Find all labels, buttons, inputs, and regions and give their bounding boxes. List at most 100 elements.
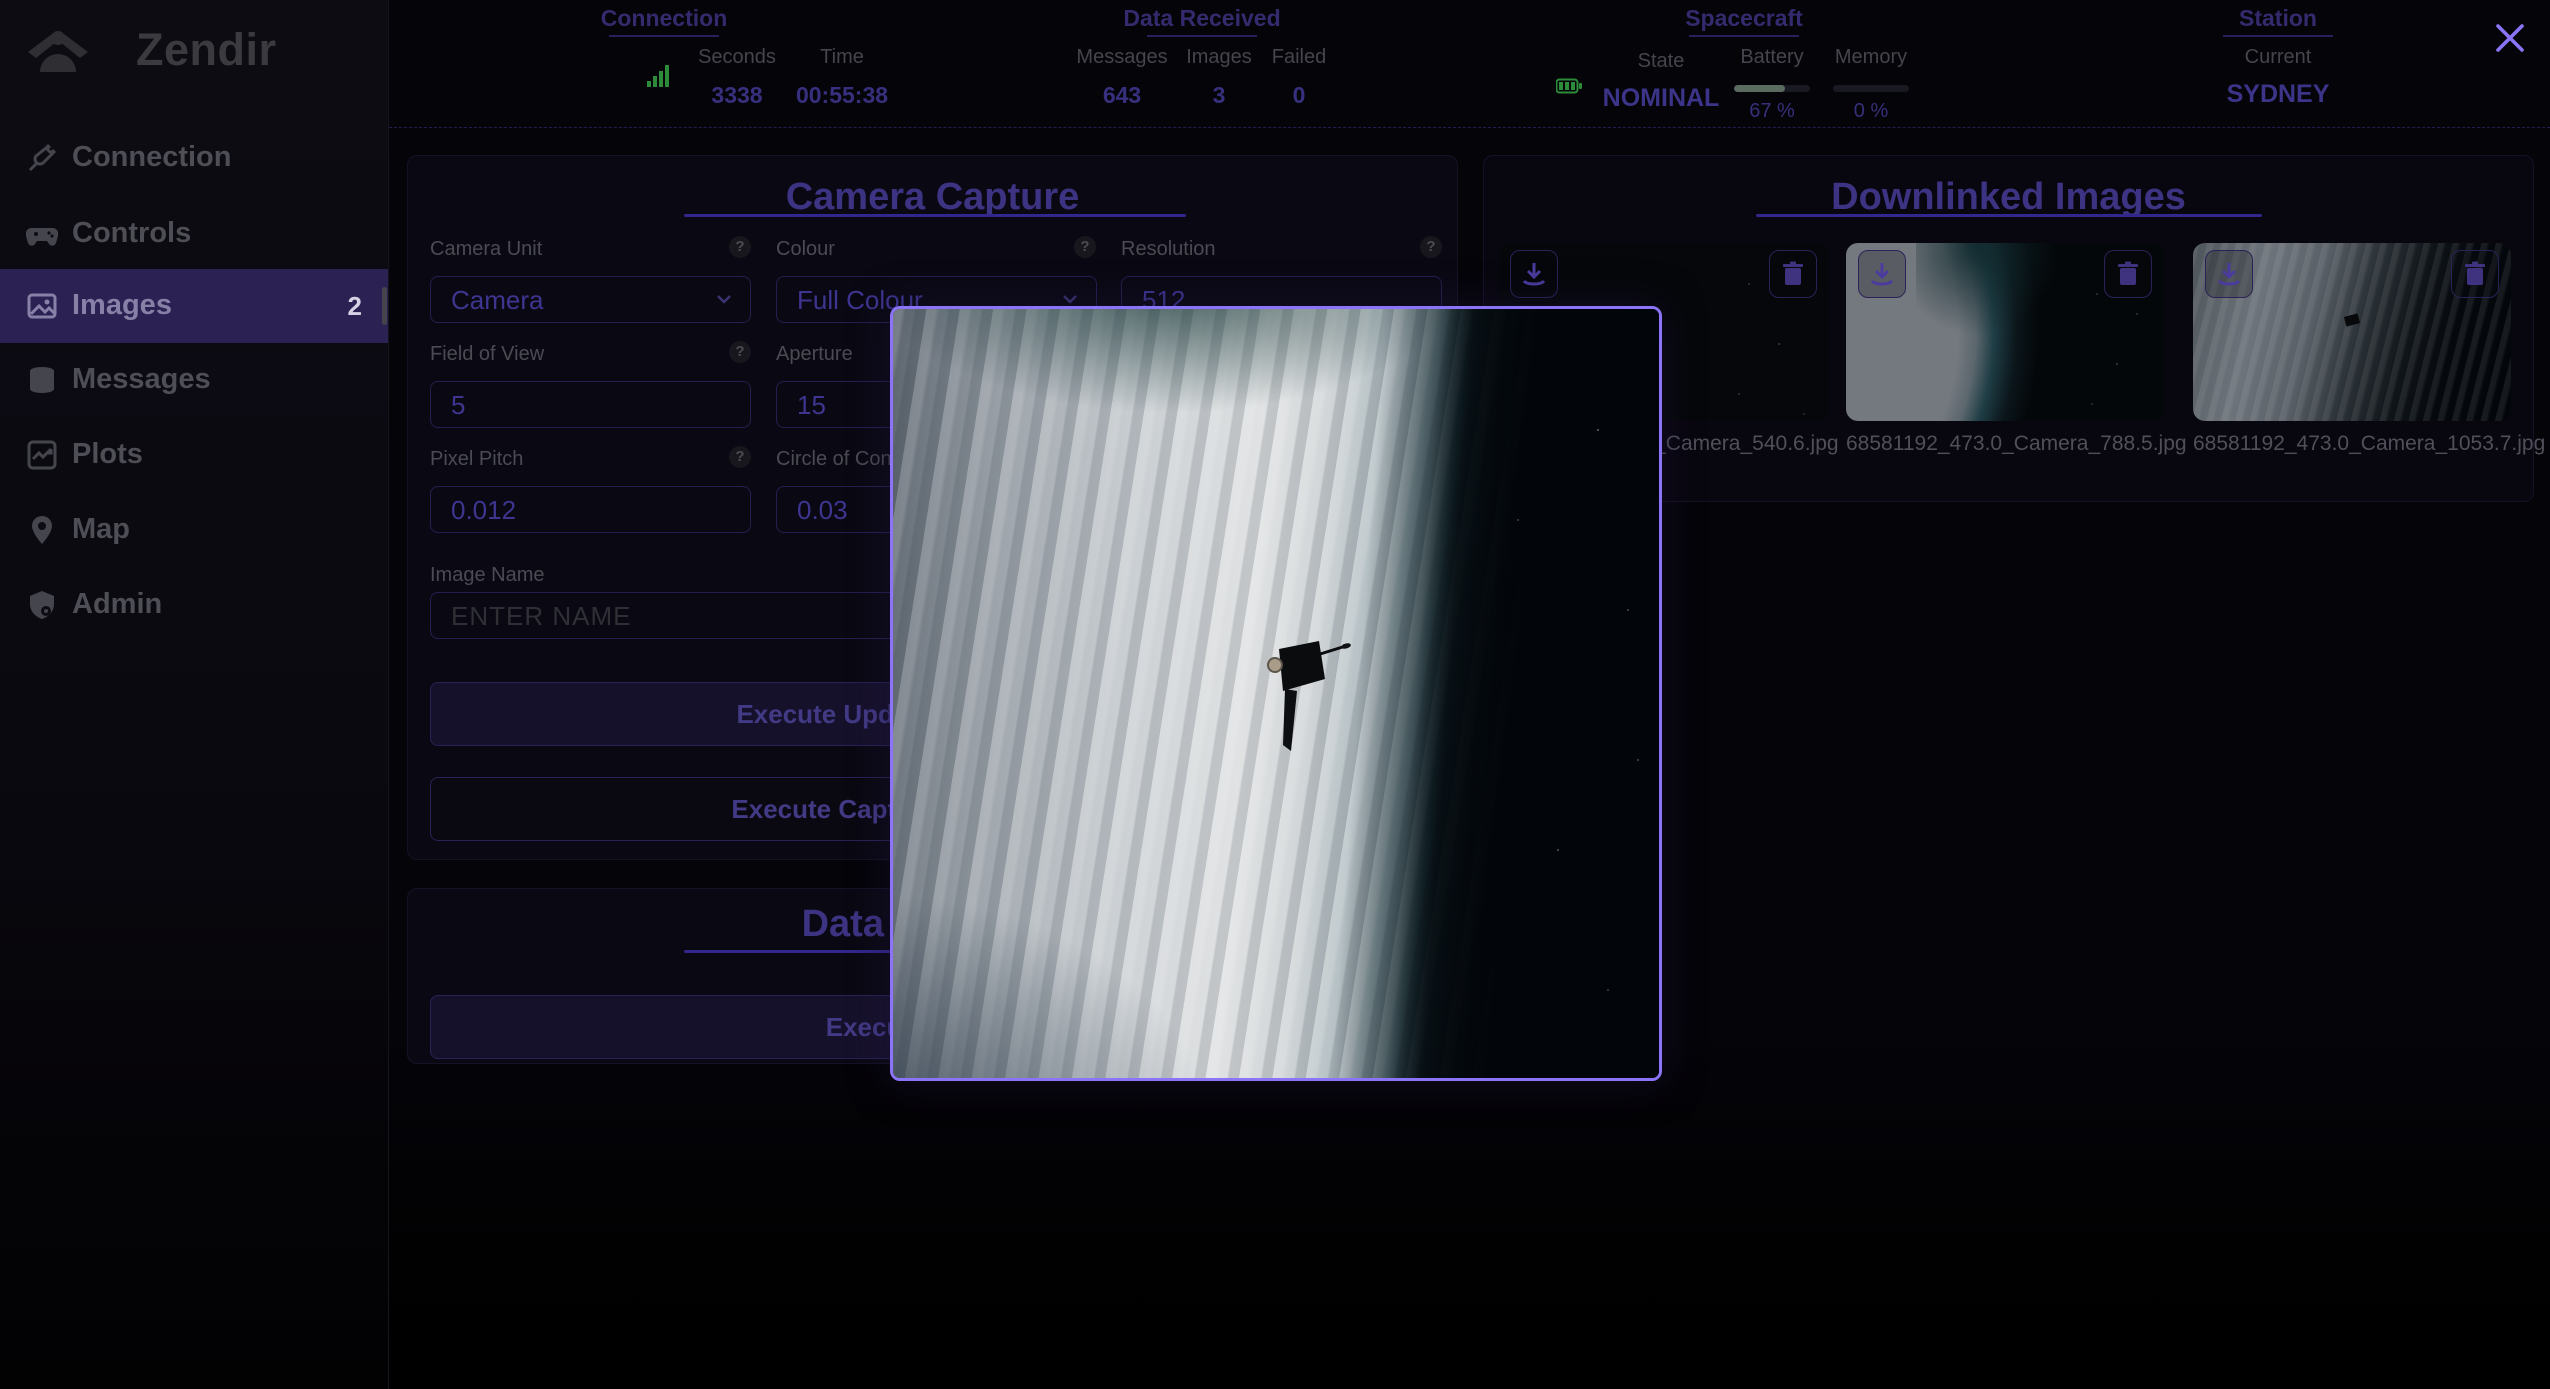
- section-underline: [1689, 35, 1799, 37]
- status-bar: Connection Seconds 3338 Time 00:55:38 Da…: [389, 0, 2550, 128]
- camera-unit-select[interactable]: Camera: [430, 276, 751, 323]
- gamepad-icon: [26, 218, 58, 250]
- download-icon: [2215, 260, 2243, 288]
- help-icon[interactable]: ?: [1074, 236, 1096, 258]
- image-name-placeholder: ENTER NAME: [451, 601, 631, 631]
- section-underline: [1147, 35, 1257, 37]
- close-icon: [2492, 20, 2528, 56]
- field-of-view-value: 5: [451, 390, 465, 420]
- sidebar-item-admin[interactable]: Admin: [0, 568, 388, 642]
- field-of-view-label: Field of View: [430, 343, 544, 366]
- delete-image-button[interactable]: [2104, 250, 2152, 298]
- download-image-button[interactable]: [2205, 250, 2253, 298]
- help-icon[interactable]: ?: [729, 446, 751, 468]
- help-icon[interactable]: ?: [1420, 236, 1442, 258]
- pixel-pitch-label: Pixel Pitch: [430, 448, 523, 471]
- station-value: SYDNEY: [2227, 80, 2330, 109]
- star-dots: [1748, 283, 1750, 285]
- section-underline: [2223, 35, 2333, 37]
- pixel-pitch-value: 0.012: [451, 495, 516, 525]
- app-root: Zendir Connection Controls Images 2: [0, 0, 2550, 1389]
- trash-icon: [2114, 260, 2142, 288]
- download-image-button[interactable]: [1510, 250, 1558, 298]
- sidebar-item-images[interactable]: Images 2: [0, 269, 388, 343]
- download-icon: [1868, 260, 1896, 288]
- pixel-pitch-input[interactable]: 0.012: [430, 486, 751, 533]
- sidebar-item-plots[interactable]: Plots: [0, 418, 388, 492]
- image-thumbnail[interactable]: [1846, 243, 2164, 421]
- delete-image-button[interactable]: [1769, 250, 1817, 298]
- battery-percent: 67 %: [1734, 100, 1810, 123]
- memory-meter: [1833, 85, 1909, 92]
- field-of-view-input[interactable]: 5: [430, 381, 751, 428]
- colour-label: Colour: [776, 238, 835, 261]
- trash-icon: [1779, 260, 1807, 288]
- status-data-received: Data Received Messages 643 Images 3 Fail…: [1032, 0, 1372, 127]
- close-modal-button[interactable]: [2492, 20, 2528, 56]
- brand-name: Zendir: [136, 24, 277, 76]
- image-filename: 68581192_473.0_Camera_788.5.jpg: [1846, 432, 2164, 456]
- sidebar-item-messages[interactable]: Messages: [0, 343, 388, 417]
- sidebar-item-label: Map: [72, 513, 130, 546]
- chart-icon: [26, 439, 58, 471]
- status-station: Station Current SYDNEY: [2178, 0, 2378, 127]
- satellite-silhouette: [1245, 639, 1355, 769]
- sidebar: Zendir Connection Controls Images 2: [0, 0, 389, 1389]
- plug-icon: [26, 142, 58, 174]
- section-title: Connection: [489, 5, 839, 32]
- status-spacecraft: Spacecraft State NOMINAL Battery 67 % Me…: [1519, 0, 1969, 127]
- battery-status-icon: [1556, 78, 1582, 94]
- circle-of-confusion-value: 0.03: [797, 495, 848, 525]
- image-thumbnail[interactable]: [2193, 243, 2511, 421]
- stat-seconds: Seconds 3338: [698, 46, 776, 109]
- stat-time: Time 00:55:38: [796, 46, 888, 109]
- stat-current-station: Current SYDNEY: [2227, 46, 2330, 109]
- panel-title: Camera Capture: [408, 176, 1457, 219]
- sidebar-item-label: Admin: [72, 588, 162, 621]
- sidebar-item-label: Controls: [72, 217, 191, 250]
- section-title: Station: [2178, 5, 2378, 32]
- delete-image-button[interactable]: [2451, 250, 2499, 298]
- image-name-label: Image Name: [430, 564, 545, 587]
- images-count-badge: 2: [348, 291, 362, 322]
- panel-title-underline: [1756, 214, 2262, 217]
- resolution-label: Resolution: [1121, 238, 1216, 261]
- sidebar-item-label: Connection: [72, 141, 232, 174]
- camera-unit-value: Camera: [451, 285, 543, 315]
- zendir-logo-icon: [26, 20, 90, 78]
- location-pin-icon: [26, 514, 58, 546]
- star-dots: [1597, 429, 1599, 431]
- sidebar-item-controls[interactable]: Controls: [0, 197, 388, 271]
- stat-memory: Memory 0 %: [1833, 46, 1909, 123]
- sidebar-item-map[interactable]: Map: [0, 493, 388, 567]
- trash-icon: [2461, 260, 2489, 288]
- sidebar-item-label: Messages: [72, 363, 211, 396]
- star-dots: [2096, 293, 2098, 295]
- brand-logo: Zendir: [26, 16, 366, 76]
- image-preview-modal: [890, 306, 1662, 1081]
- battery-meter-fill: [1734, 85, 1785, 92]
- download-image-button[interactable]: [1858, 250, 1906, 298]
- help-icon[interactable]: ?: [729, 236, 751, 258]
- chevron-down-icon: [716, 291, 732, 307]
- continent-shadow: [1916, 243, 2066, 343]
- shield-icon: [26, 589, 58, 621]
- memory-percent: 0 %: [1833, 100, 1909, 123]
- signal-strength-icon: [647, 62, 671, 88]
- sidebar-scrollbar-thumb[interactable]: [382, 287, 387, 325]
- image-icon: [26, 290, 58, 322]
- status-connection: Connection Seconds 3338 Time 00:55:38: [489, 0, 839, 127]
- section-title: Spacecraft: [1519, 5, 1969, 32]
- stat-failed: Failed 0: [1272, 46, 1326, 109]
- panel-title-underline: [684, 214, 1186, 217]
- section-title: Data Received: [1032, 5, 1372, 32]
- chevron-down-icon: [1062, 291, 1078, 307]
- stat-state: State NOMINAL: [1603, 50, 1720, 113]
- help-icon[interactable]: ?: [729, 341, 751, 363]
- sidebar-item-connection[interactable]: Connection: [0, 121, 388, 195]
- sidebar-item-label: Images: [72, 289, 172, 322]
- battery-meter: [1734, 85, 1810, 92]
- camera-unit-label: Camera Unit: [430, 238, 542, 261]
- stat-battery: Battery 67 %: [1734, 46, 1810, 123]
- state-value: NOMINAL: [1603, 84, 1720, 113]
